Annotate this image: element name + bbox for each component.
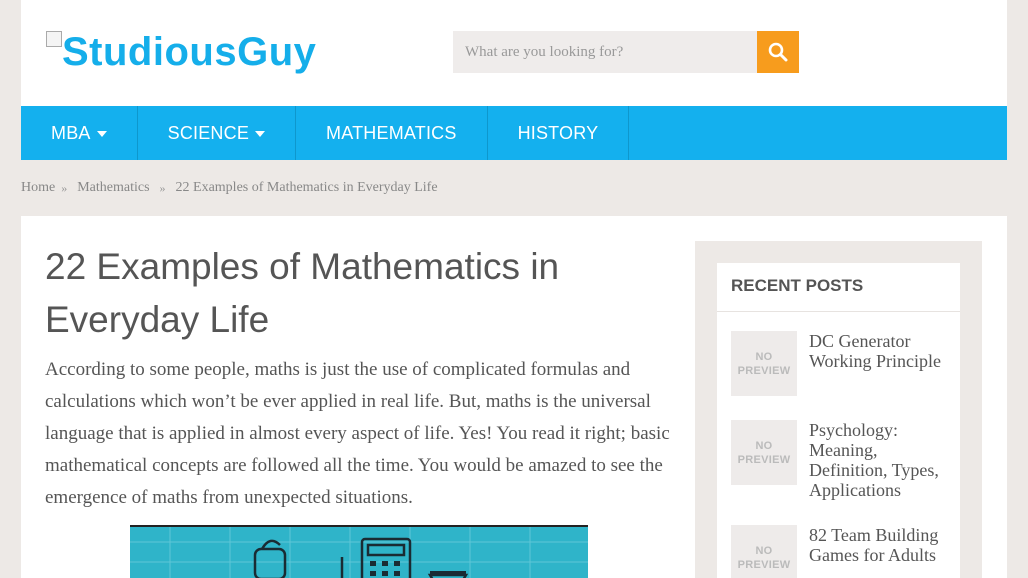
thumb-placeholder-text: NO xyxy=(755,350,773,363)
thumb-placeholder-text: PREVIEW xyxy=(737,453,791,466)
post-thumbnail[interactable]: NO PREVIEW xyxy=(731,420,797,485)
post-title-link[interactable]: 82 Team Building Games for Adults xyxy=(809,525,949,578)
content-area: 22 Examples of Mathematics in Everyday L… xyxy=(21,216,1007,578)
breadcrumb: Home » Mathematics » 22 Examples of Math… xyxy=(21,178,438,198)
logo-alt-text[interactable]: StudiousGuy xyxy=(62,28,316,76)
widget-title: RECENT POSTS xyxy=(717,263,960,312)
post-thumbnail[interactable]: NO PREVIEW xyxy=(731,525,797,578)
nav-item-mba[interactable]: MBA xyxy=(21,106,138,160)
post-title-link[interactable]: Psychology: Meaning, Definition, Types, … xyxy=(809,420,949,500)
nav-item-label: HISTORY xyxy=(517,122,599,143)
nav-item-label: MBA xyxy=(51,122,91,143)
double-chevron-right-icon: » xyxy=(159,180,166,195)
recent-post-item[interactable]: NO PREVIEW Psychology: Meaning, Definiti… xyxy=(731,420,949,500)
post-thumbnail[interactable]: NO PREVIEW xyxy=(731,331,797,396)
breadcrumb-current: 22 Examples of Mathematics in Everyday L… xyxy=(175,180,438,195)
page-title: 22 Examples of Mathematics in Everyday L… xyxy=(45,246,560,340)
math-illustration xyxy=(130,527,588,578)
caret-down-icon xyxy=(255,131,266,137)
thumb-placeholder-text: NO xyxy=(755,544,773,557)
article-intro: According to some people, maths is just … xyxy=(45,359,670,508)
double-chevron-right-icon: » xyxy=(61,180,68,195)
nav-item-label: SCIENCE xyxy=(167,122,250,143)
nav-item-mathematics[interactable]: MATHEMATICS xyxy=(296,106,488,160)
breadcrumb-home-link[interactable]: Home xyxy=(21,180,55,196)
article: 22 Examples of Mathematics in Everyday L… xyxy=(45,240,675,514)
search-input[interactable] xyxy=(453,31,757,73)
post-title-link[interactable]: DC Generator Working Principle xyxy=(809,331,949,396)
nav-item-label: MATHEMATICS xyxy=(326,122,457,143)
recent-post-item[interactable]: NO PREVIEW DC Generator Working Principl… xyxy=(731,331,949,396)
nav-item-history[interactable]: HISTORY xyxy=(488,106,630,160)
search-form xyxy=(453,31,799,73)
nav-item-science[interactable]: SCIENCE xyxy=(138,106,297,160)
search-button[interactable] xyxy=(757,31,799,73)
thumb-placeholder-text: NO xyxy=(755,439,773,452)
search-icon xyxy=(768,42,788,62)
broken-image-icon xyxy=(46,31,62,47)
site-logo[interactable]: StudiousGuy xyxy=(46,28,316,76)
breadcrumb-category-link[interactable]: Mathematics xyxy=(77,180,149,196)
thumb-placeholder-text: PREVIEW xyxy=(737,364,791,377)
caret-down-icon xyxy=(96,131,107,137)
sidebar: RECENT POSTS NO PREVIEW DC Generator Wor… xyxy=(695,241,982,578)
recent-post-item[interactable]: NO PREVIEW 82 Team Building Games for Ad… xyxy=(731,525,949,578)
article-hero-image xyxy=(130,525,588,578)
site-header: StudiousGuy xyxy=(21,0,1007,106)
recent-posts-widget: RECENT POSTS NO PREVIEW DC Generator Wor… xyxy=(717,263,960,578)
main-nav: MBA SCIENCE MATHEMATICS HISTORY xyxy=(21,106,1007,160)
thumb-placeholder-text: PREVIEW xyxy=(737,558,791,571)
